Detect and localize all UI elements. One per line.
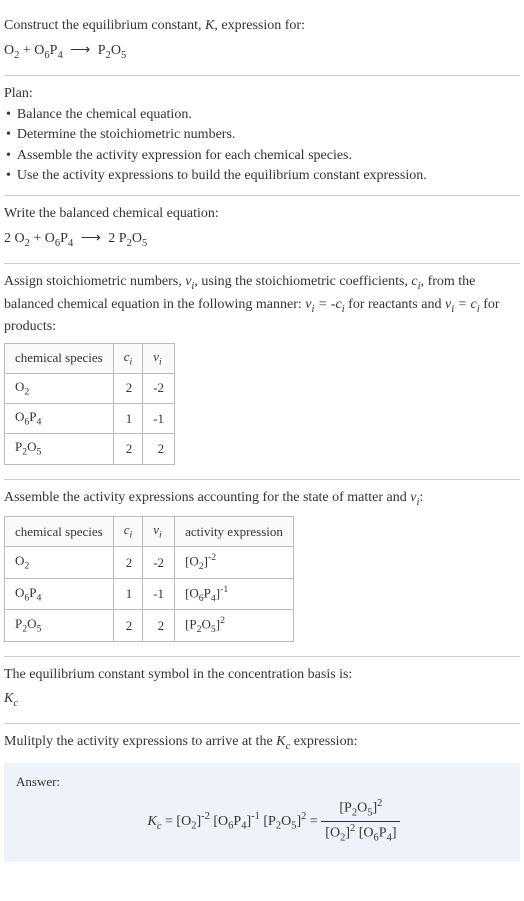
intro-text-a: Construct the equilibrium constant,	[4, 18, 205, 33]
stoich-a: Assign stoichiometric numbers,	[4, 274, 185, 289]
plan-item: •Balance the chemical equation.	[6, 105, 520, 125]
kc-symbol-text: The equilibrium constant symbol in the c…	[4, 665, 520, 685]
cell-v: -2	[143, 373, 175, 403]
fraction-numerator: [P2O5]2	[321, 797, 400, 822]
intro-line: Construct the equilibrium constant, K, e…	[4, 16, 520, 36]
cell-v: -1	[143, 404, 175, 434]
plan-item-text: Balance the chemical equation.	[17, 105, 192, 125]
stoich-d: for reactants and	[345, 297, 445, 312]
col-c: ci	[113, 517, 143, 547]
cell-c: 2	[113, 434, 143, 464]
fraction: [P2O5]2 [O2]2 [O6P4]	[321, 797, 400, 846]
var-nu-i: νi	[185, 274, 194, 289]
cell-v: -2	[143, 547, 175, 579]
table-header-row: chemical species ci νi	[5, 343, 175, 373]
cell-c: 1	[113, 578, 143, 610]
kc-symbol: Kc	[4, 689, 520, 711]
eq-products: νi = ci	[445, 297, 480, 312]
cell-species: O2	[5, 373, 114, 403]
cell-c: 2	[113, 373, 143, 403]
table-row: O2 2 -2 [O2]-2	[5, 547, 294, 579]
multiply-text: Mulitply the activity expressions to arr…	[4, 732, 520, 754]
cell-v: -1	[143, 578, 175, 610]
cell-c: 2	[113, 610, 143, 642]
table-row: P2O5 2 2 [P2O5]2	[5, 610, 294, 642]
bullet-icon: •	[6, 146, 17, 166]
plan-item: •Assemble the activity expression for ea…	[6, 146, 520, 166]
cell-activity: [P2O5]2	[175, 610, 294, 642]
col-v: νi	[143, 343, 175, 373]
unbalanced-equation: O2 + O6P4 ⟶ P2O5	[4, 40, 520, 63]
stoich-b: , using the stoichiometric coefficients,	[194, 274, 411, 289]
plan-section: Plan: •Balance the chemical equation. •D…	[4, 76, 520, 196]
cell-c: 2	[113, 547, 143, 579]
bullet-icon: •	[6, 105, 17, 125]
balanced-section: Write the balanced chemical equation: 2 …	[4, 196, 520, 264]
multiply-b: expression:	[290, 734, 357, 749]
answer-equation: Kc = [O2]-2 [O6P4]-1 [P2O5]2 = [P2O5]2 […	[16, 797, 508, 846]
balanced-heading: Write the balanced chemical equation:	[4, 204, 520, 224]
table-header-row: chemical species ci νi activity expressi…	[5, 517, 294, 547]
col-species: chemical species	[5, 343, 114, 373]
answer-box: Answer: Kc = [O2]-2 [O6P4]-1 [P2O5]2 = […	[4, 763, 520, 862]
cell-species: O6P4	[5, 578, 114, 610]
cell-c: 1	[113, 404, 143, 434]
table-row: O2 2 -2	[5, 373, 175, 403]
reaction-arrow-icon: ⟶	[77, 229, 105, 245]
cell-activity: [O2]-2	[175, 547, 294, 579]
stoich-text: Assign stoichiometric numbers, νi, using…	[4, 272, 520, 337]
table-row: O6P4 1 -1	[5, 404, 175, 434]
answer-section: Mulitply the activity expressions to arr…	[4, 724, 520, 870]
plan-item-text: Assemble the activity expression for eac…	[17, 146, 352, 166]
col-activity: activity expression	[175, 517, 294, 547]
activity-text: Assemble the activity expressions accoun…	[4, 488, 520, 510]
var-c-i: ci	[411, 274, 420, 289]
stoich-section: Assign stoichiometric numbers, νi, using…	[4, 264, 520, 480]
cell-v: 2	[143, 434, 175, 464]
plan-item: •Determine the stoichiometric numbers.	[6, 125, 520, 145]
fraction-denominator: [O2]2 [O6P4]	[321, 822, 400, 846]
cell-activity: [O6P4]-1	[175, 578, 294, 610]
stoich-table: chemical species ci νi O2 2 -2 O6P4 1 -1…	[4, 343, 175, 465]
table-row: P2O5 2 2	[5, 434, 175, 464]
plan-item: •Use the activity expressions to build t…	[6, 166, 520, 186]
reaction-arrow-icon: ⟶	[66, 41, 94, 57]
col-species: chemical species	[5, 517, 114, 547]
cell-species: P2O5	[5, 610, 114, 642]
var-Kc: Kc	[276, 734, 290, 749]
activity-section: Assemble the activity expressions accoun…	[4, 480, 520, 657]
activity-table: chemical species ci νi activity expressi…	[4, 516, 294, 642]
table-row: O6P4 1 -1 [O6P4]-1	[5, 578, 294, 610]
balanced-equation: 2 O2 + O6P4 ⟶ 2 P2O5	[4, 228, 520, 251]
var-nu-i: νi	[410, 490, 419, 505]
cell-v: 2	[143, 610, 175, 642]
bullet-icon: •	[6, 166, 17, 186]
plan-list: •Balance the chemical equation. •Determi…	[4, 105, 520, 186]
cell-species: O6P4	[5, 404, 114, 434]
assemble-a: Assemble the activity expressions accoun…	[4, 490, 410, 505]
answer-label: Answer:	[16, 773, 508, 791]
bullet-icon: •	[6, 125, 17, 145]
kc-symbol-section: The equilibrium constant symbol in the c…	[4, 657, 520, 724]
plan-heading: Plan:	[4, 84, 520, 104]
var-K: K	[205, 18, 214, 33]
intro-text-b: , expression for:	[214, 18, 305, 33]
eq-reactants: νi = -ci	[305, 297, 344, 312]
intro-section: Construct the equilibrium constant, K, e…	[4, 8, 520, 76]
plan-item-text: Use the activity expressions to build th…	[17, 166, 427, 186]
cell-species: P2O5	[5, 434, 114, 464]
col-c: ci	[113, 343, 143, 373]
multiply-a: Mulitply the activity expressions to arr…	[4, 734, 276, 749]
plan-item-text: Determine the stoichiometric numbers.	[17, 125, 236, 145]
cell-species: O2	[5, 547, 114, 579]
col-v: νi	[143, 517, 175, 547]
